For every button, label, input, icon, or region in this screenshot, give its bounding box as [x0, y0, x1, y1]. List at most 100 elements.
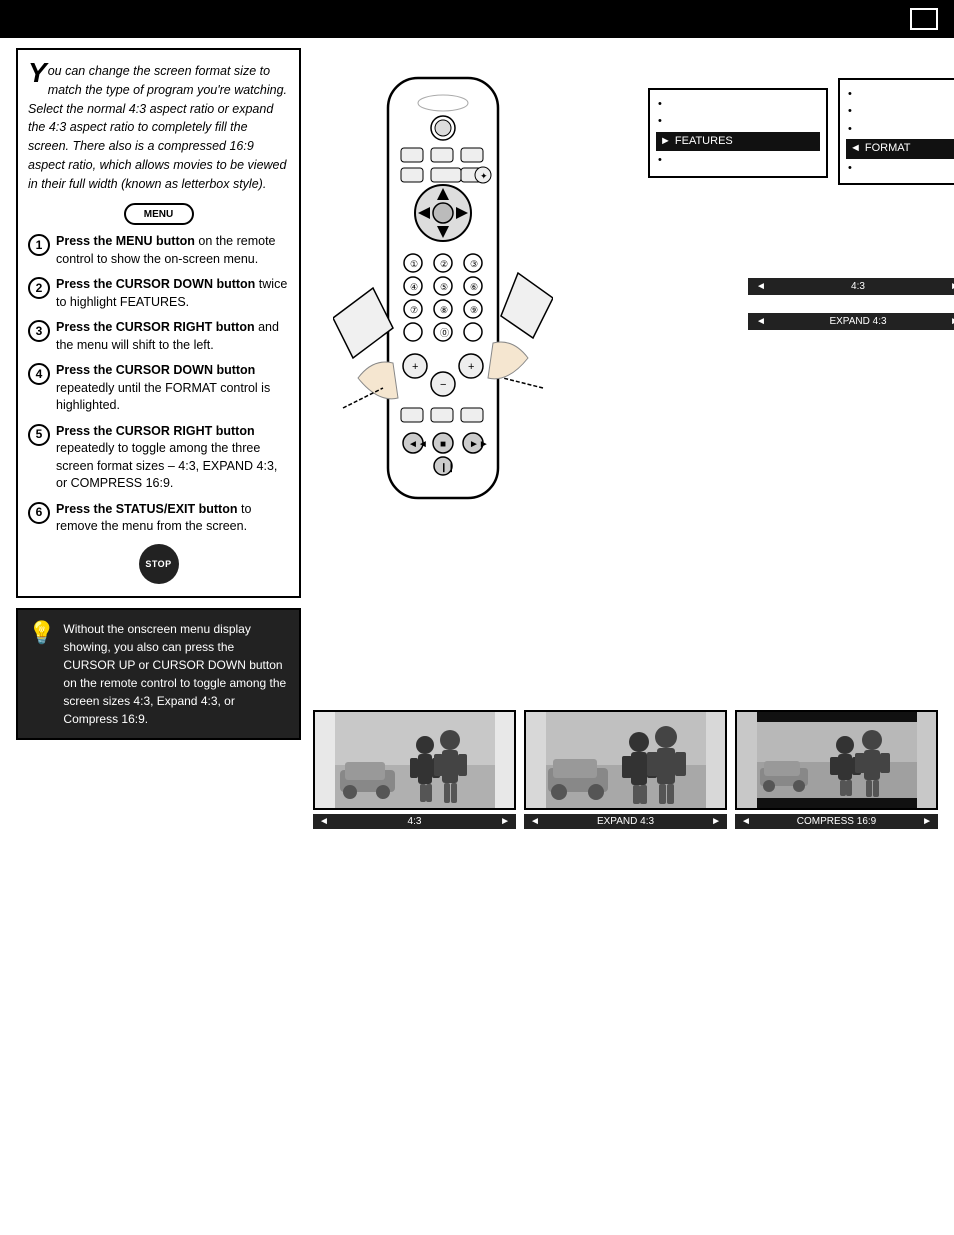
menu-row-2: •	[658, 113, 818, 130]
step-4-bold: Press the CURSOR DOWN button	[56, 363, 255, 377]
step-6-number: 6	[28, 502, 50, 524]
image-compress-caption: ◄ COMPRESS 16:9 ►	[735, 814, 938, 829]
arrow-right-icon: ►	[660, 134, 671, 149]
svg-text:⑦: ⑦	[410, 305, 418, 315]
image-43-caption: ◄ 4:3 ►	[313, 814, 516, 829]
step-1: 1 Press the MENU button on the remote co…	[28, 233, 289, 268]
step-1-text: Press the MENU button on the remote cont…	[56, 233, 289, 268]
step-2-bold: Press the CURSOR DOWN button	[56, 277, 255, 291]
bullet-icon: •	[848, 104, 852, 119]
caption-right-arrow-2: ►	[711, 816, 721, 827]
step-1-number: 1	[28, 234, 50, 256]
format-bar-2: ◄ EXPAND 4:3 ►	[748, 313, 954, 334]
svg-text:+: +	[468, 361, 474, 373]
step-4-text: Press the CURSOR DOWN button repeatedly …	[56, 362, 289, 415]
step-2: 2 Press the CURSOR DOWN button twice to …	[28, 276, 289, 311]
caption-right-arrow-3: ►	[922, 816, 932, 827]
format-43-label: 4:3	[851, 281, 865, 292]
top-bar	[0, 0, 954, 38]
tip-text: Without the onscreen menu display showin…	[63, 620, 289, 728]
step-3: 3 Press the CURSOR RIGHT button and the …	[28, 319, 289, 354]
step-4-number: 4	[28, 363, 50, 385]
page-number-box	[910, 8, 938, 30]
remote-control: ✦ ① ② ③ ④	[333, 68, 613, 688]
features-submenu-panel: • • • ◄ FORMAT ►	[838, 78, 954, 185]
right-arrow-43: ►	[950, 281, 954, 292]
image-frame-43: ◄ 4:3 ►	[313, 710, 516, 829]
caption-label-2: EXPAND 4:3	[597, 816, 654, 827]
step-6-text: Press the STATUS/EXIT button to remove t…	[56, 501, 289, 536]
features-label: FEATURES	[675, 134, 733, 149]
main-menu-box: • • ► FEATURES •	[648, 88, 828, 178]
format-expand-bar: ◄ EXPAND 4:3 ►	[748, 313, 954, 330]
caption-label-3: COMPRESS 16:9	[797, 816, 876, 827]
caption-left-arrow-1: ◄	[319, 816, 329, 827]
step-4: 4 Press the CURSOR DOWN button repeatedl…	[28, 362, 289, 415]
right-arrow-expand: ►	[950, 316, 954, 327]
stop-label: STOP	[145, 559, 171, 569]
left-column: You can change the screen format size to…	[16, 48, 301, 1225]
main-content: You can change the screen format size to…	[0, 38, 954, 1235]
image-43	[313, 710, 516, 810]
image-frame-expand: ◄ EXPAND 4:3 ►	[524, 710, 727, 829]
bullet-icon: •	[658, 97, 662, 112]
svg-text:⑨: ⑨	[470, 305, 478, 315]
svg-text:⓪: ⓪	[440, 328, 449, 338]
right-column: ✦ ① ② ③ ④	[313, 48, 938, 1225]
lightbulb-icon: 💡	[28, 616, 55, 649]
step-1-bold: Press the MENU button	[56, 234, 195, 248]
step-3-number: 3	[28, 320, 50, 342]
step-3-text: Press the CURSOR RIGHT button and the me…	[56, 319, 289, 354]
bottom-images: ◄ 4:3 ►	[313, 710, 938, 829]
image-expand-caption: ◄ EXPAND 4:3 ►	[524, 814, 727, 829]
step-5: 5 Press the CURSOR RIGHT button repeated…	[28, 423, 289, 493]
format-bar-1: ◄ 4:3 ►	[748, 278, 954, 299]
step-2-text: Press the CURSOR DOWN button twice to hi…	[56, 276, 289, 311]
step-3-bold: Press the CURSOR RIGHT button	[56, 320, 255, 334]
menu-button-shape: MENU	[124, 203, 194, 225]
step-6: 6 Press the STATUS/EXIT button to remove…	[28, 501, 289, 536]
svg-text:①: ①	[410, 259, 418, 269]
step-5-text: Press the CURSOR RIGHT button repeatedly…	[56, 423, 289, 493]
instructions-box: You can change the screen format size to…	[16, 48, 301, 598]
image-expand	[524, 710, 727, 810]
svg-text:④: ④	[410, 282, 418, 292]
menu-row-features-highlighted: ► FEATURES	[656, 132, 820, 151]
intro-text-body: ou can change the screen format size to …	[28, 64, 287, 191]
menu-row-3: •	[658, 152, 818, 169]
bullet-icon: •	[848, 161, 852, 176]
stop-button: STOP	[139, 544, 179, 584]
svg-text:③: ③	[470, 259, 478, 269]
step-6-bold: Press the STATUS/EXIT button	[56, 502, 238, 516]
bullet-icon: •	[848, 122, 852, 137]
left-arrow-43: ◄	[756, 281, 766, 292]
svg-text:►►: ►►	[469, 439, 489, 450]
svg-text:◄◄: ◄◄	[408, 439, 428, 450]
left-arrow-expand: ◄	[756, 316, 766, 327]
left-arrow-icon: ◄	[850, 141, 861, 156]
bullet-icon: •	[848, 87, 852, 102]
features-row-5: •	[848, 160, 954, 177]
image-frame-compress: ◄ COMPRESS 16:9 ►	[735, 710, 938, 829]
svg-text:−: −	[440, 379, 446, 391]
format-43-bar: ◄ 4:3 ►	[748, 278, 954, 295]
menu-row-1: •	[658, 96, 818, 113]
caption-left-arrow-2: ◄	[530, 816, 540, 827]
features-row-2: •	[848, 103, 954, 120]
tip-box-inner: 💡 Without the onscreen menu display show…	[28, 620, 289, 728]
svg-text:②: ②	[440, 259, 448, 269]
step-2-number: 2	[28, 277, 50, 299]
main-menu-panel: • • ► FEATURES •	[648, 88, 828, 178]
features-menu-box: • • • ◄ FORMAT ►	[838, 78, 954, 185]
drop-cap: Y	[28, 62, 47, 84]
svg-text:+: +	[412, 361, 418, 373]
caption-right-arrow-1: ►	[500, 816, 510, 827]
svg-text:⑤: ⑤	[440, 282, 448, 292]
format-row-highlighted: ◄ FORMAT ►	[846, 139, 954, 158]
intro-paragraph: You can change the screen format size to…	[28, 62, 289, 193]
svg-text:⑧: ⑧	[440, 305, 448, 315]
stop-icon-area: STOP	[28, 544, 289, 584]
bullet-icon: •	[658, 153, 662, 168]
bullet-icon: •	[658, 114, 662, 129]
svg-text:■: ■	[440, 439, 446, 450]
